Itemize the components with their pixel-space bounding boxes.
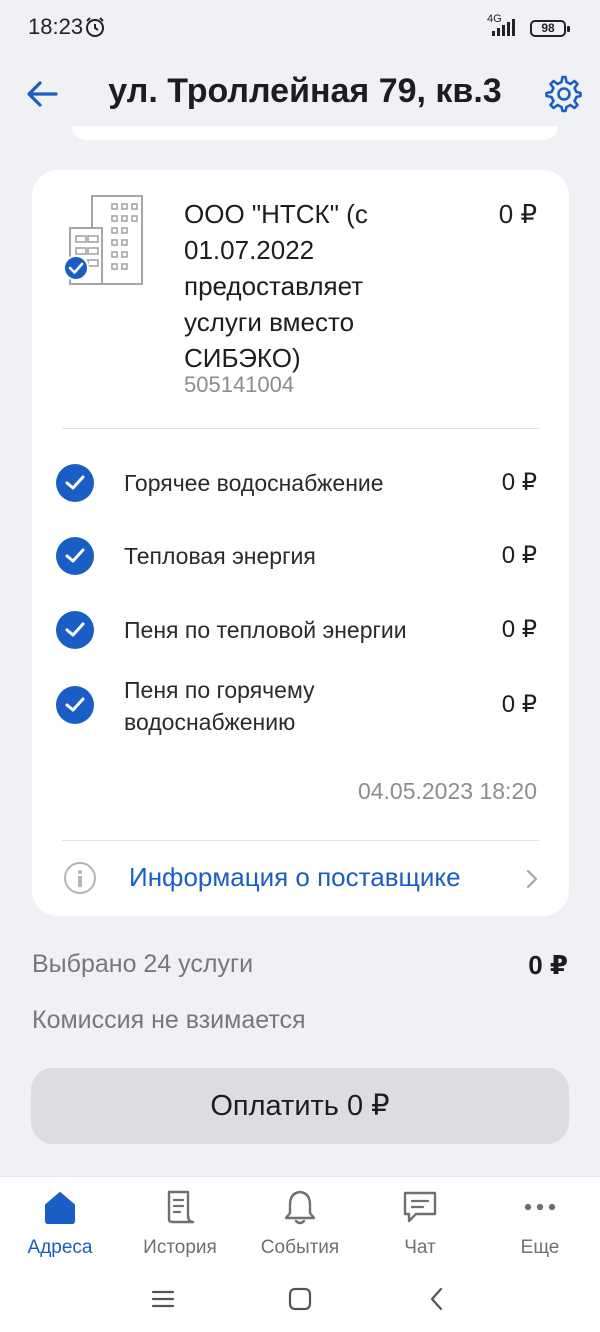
provider-card: ООО "НТСК" (с 01.07.2022 предоставляет у… xyxy=(32,170,569,916)
nav-item-chat[interactable]: Чат xyxy=(360,1187,480,1258)
checkbox-checked-icon[interactable] xyxy=(56,611,94,649)
service-label: Тепловая энергия xyxy=(124,543,316,569)
payment-timestamp: 04.05.2023 18:20 xyxy=(357,778,537,804)
service-amount: 0 ₽ xyxy=(501,616,537,643)
signal-icon xyxy=(492,19,515,36)
service-label: Горячее водоснабжение xyxy=(124,470,384,496)
menu-icon[interactable] xyxy=(148,1284,178,1314)
divider xyxy=(62,428,539,429)
nav-item-history[interactable]: История xyxy=(120,1187,240,1258)
system-navigation-bar xyxy=(0,1270,600,1332)
service-row[interactable]: Горячее водоснабжение 0 ₽ xyxy=(32,453,569,513)
battery-icon: 98 xyxy=(530,20,570,37)
nav-label: История xyxy=(143,1237,217,1258)
nav-label: События xyxy=(260,1237,340,1258)
chat-icon xyxy=(403,1191,437,1223)
checkbox-checked-icon[interactable] xyxy=(56,686,94,724)
gear-icon[interactable] xyxy=(544,74,584,114)
pay-button[interactable]: Оплатить 0 ₽ xyxy=(31,1068,569,1144)
provider-name: ООО "НТСК" (с 01.07.2022 предоставляет у… xyxy=(184,199,368,373)
info-icon xyxy=(64,862,96,894)
nav-label: Еще xyxy=(520,1237,560,1258)
divider xyxy=(62,840,539,841)
provider-amount: 0 ₽ xyxy=(498,199,537,229)
back-chevron-icon[interactable] xyxy=(422,1284,452,1314)
status-bar: 18:23 4G 98 xyxy=(0,0,600,56)
service-label: Пеня по тепловой энергии xyxy=(124,617,407,643)
service-row[interactable]: Пеня по горячему водоснабжению 0 ₽ xyxy=(32,670,569,750)
building-icon xyxy=(63,195,143,285)
nav-item-more[interactable]: Еще xyxy=(480,1187,600,1258)
app-header: ул. Троллейная 79, кв.3 xyxy=(0,56,600,132)
chevron-right-icon[interactable] xyxy=(525,868,539,890)
nav-item-addresses[interactable]: Адреса xyxy=(0,1187,120,1258)
selected-services-count: Выбрано 24 услуги xyxy=(32,950,254,978)
provider-account-number: 505141004 xyxy=(184,372,295,397)
previous-card-edge xyxy=(72,126,558,140)
service-amount: 0 ₽ xyxy=(501,542,537,569)
provider-info-link[interactable]: Информация о поставщике xyxy=(129,862,461,893)
service-amount: 0 ₽ xyxy=(501,691,537,718)
page-title: ул. Троллейная 79, кв.3 xyxy=(108,72,502,110)
commission-note: Комиссия не взимается xyxy=(32,1006,306,1034)
receipt-icon xyxy=(167,1190,195,1224)
back-arrow-icon[interactable] xyxy=(22,74,62,114)
service-label: Пеня по горячему водоснабжению xyxy=(124,677,315,735)
service-row[interactable]: Тепловая энергия 0 ₽ xyxy=(32,526,569,586)
service-row[interactable]: Пеня по тепловой энергии 0 ₽ xyxy=(32,600,569,660)
service-amount: 0 ₽ xyxy=(501,469,537,496)
more-icon xyxy=(524,1203,556,1211)
home-square-icon[interactable] xyxy=(285,1284,315,1314)
alarm-icon xyxy=(86,17,104,37)
nav-item-events[interactable]: События xyxy=(240,1187,360,1258)
home-icon xyxy=(45,1192,75,1224)
status-time: 18:23 xyxy=(28,14,84,39)
nav-label: Адреса xyxy=(27,1237,93,1258)
total-amount: 0 ₽ xyxy=(528,950,568,980)
nav-label: Чат xyxy=(404,1237,436,1258)
checkbox-checked-icon[interactable] xyxy=(56,464,94,502)
bell-icon xyxy=(284,1190,316,1225)
checkbox-checked-icon[interactable] xyxy=(56,537,94,575)
